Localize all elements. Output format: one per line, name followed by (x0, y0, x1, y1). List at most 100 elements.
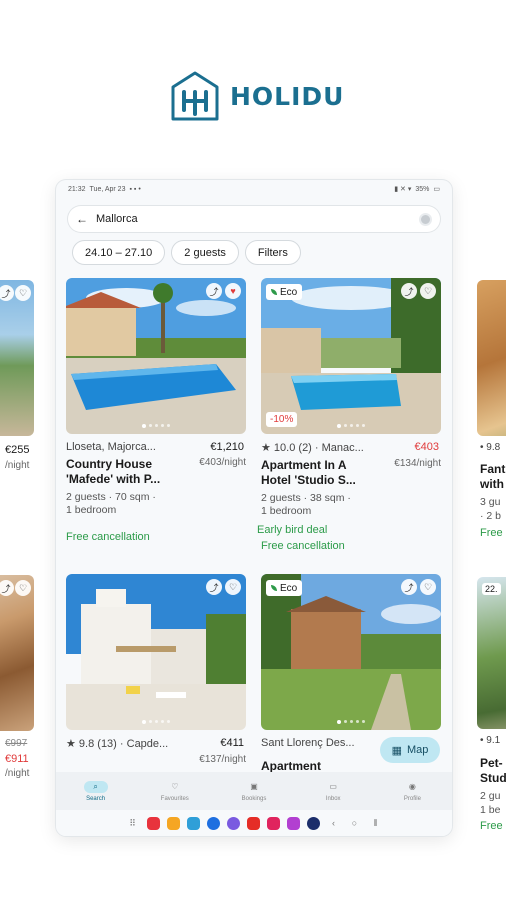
nav-profile[interactable]: ◉ Profile (373, 772, 452, 810)
listing-rating: 10.0 (273, 442, 296, 454)
listing-photo[interactable]: Eco ⤴ ♡ -10% (261, 278, 441, 434)
listing-price: €403 (414, 441, 439, 453)
peek-free-cancellation: Free (480, 820, 503, 832)
listing-rating-location: ★ 9.8 (13) · Capde... (66, 738, 169, 750)
listing-price: €1,210 (210, 441, 244, 453)
back-nav-icon[interactable]: ‹ (327, 818, 341, 828)
profile-icon: ◉ (408, 782, 416, 791)
apartment-pool-image (261, 278, 441, 434)
free-cancellation-tag: Free cancellation (261, 540, 345, 552)
system-dock: ⠿ ‹ ○ ⦀ (56, 810, 452, 836)
peek-per-night: /night (5, 460, 30, 471)
listing-photo[interactable]: Eco ⤴ ♡ (261, 574, 441, 730)
map-icon: ▦ (391, 744, 402, 757)
listing-reviews: (13) (97, 738, 117, 750)
chat-icon: ▭ (329, 782, 337, 791)
profile-avatar-icon[interactable] (419, 212, 432, 226)
listing-card[interactable]: ⤴ ♡ ★ 9.8 (13) · Capde... €411 €137/nigh… (66, 574, 246, 765)
battery-level: 35% (415, 185, 430, 193)
nav-search-label: Search (86, 795, 106, 802)
app-icon-navy[interactable] (306, 816, 320, 830)
nav-inbox[interactable]: ▭ Inbox (294, 772, 373, 810)
peek-title-2: Stud (480, 771, 506, 785)
peek-old-price: €997 (5, 738, 28, 749)
heart-icon[interactable]: ♡ (420, 283, 436, 299)
listing-photo[interactable]: ⤴ ♡ (66, 574, 246, 730)
discount-badge: -10% (266, 412, 298, 427)
share-icon[interactable]: ⤴ (401, 579, 417, 595)
white-house-image (66, 574, 246, 730)
share-icon[interactable]: ⤴ (206, 579, 222, 595)
listing-card[interactable]: Eco ⤴ ♡ -10% ★ 10.0 (2) · Manac... €403 … (257, 278, 441, 552)
nav-bookings-label: Bookings (241, 795, 267, 802)
listing-per-night: €134/night (394, 458, 441, 469)
app-icon-blue[interactable] (186, 816, 200, 830)
peek-card-left-bottom[interactable]: ⤴ ♡ €997 €911 /night (0, 575, 40, 835)
share-icon[interactable]: ⤴ (401, 283, 417, 299)
listing-rating: 9.8 (78, 738, 95, 750)
peek-per-night: /night (5, 768, 30, 779)
app-icon-red[interactable] (146, 816, 160, 830)
search-query[interactable]: Mallorca (96, 213, 419, 225)
peek-card-right-bottom[interactable]: 22. • 9.1 Pet- Stud 2 gu 1 be Free (474, 575, 506, 835)
nav-inbox-label: Inbox (325, 795, 341, 802)
listing-title[interactable]: Country House 'Mafede' with P... (66, 457, 178, 487)
peek-details-2: 1 be (480, 804, 501, 816)
listing-card[interactable]: ⤴ ♥ Lloseta, Majorca... €1,210 Country H… (66, 278, 246, 543)
nav-favourites[interactable]: ♡ Favourites (135, 772, 214, 810)
messages-app-icon[interactable] (206, 816, 220, 830)
app-icon-pink[interactable] (266, 816, 280, 830)
search-icon: ⌕ (83, 780, 108, 793)
app-icon-grid[interactable] (286, 816, 300, 830)
listing-guests-size: 2 guests · 70 sqm · (66, 491, 156, 503)
heart-icon: ♡ (171, 782, 179, 791)
listing-location: Lloseta, Majorca... (66, 441, 156, 453)
brand-name: HOLIDU (230, 81, 345, 111)
map-button[interactable]: ▦ Map (380, 737, 440, 763)
eco-label: Eco (280, 582, 298, 594)
recents-nav-icon[interactable]: ⦀ (369, 818, 383, 829)
peek-card-left-top[interactable]: ⤴ ♡ €255 /night (0, 278, 40, 548)
heart-icon[interactable]: ♡ (15, 580, 31, 596)
home-nav-icon[interactable]: ○ (348, 818, 362, 828)
listing-rating-location: ★ 10.0 (2) · Manac... (261, 442, 364, 454)
stone-house-image (261, 574, 441, 730)
listing-per-night: €137/night (199, 754, 246, 765)
back-arrow-icon[interactable]: ← (76, 212, 88, 226)
listing-details: 2 guests · 38 sqm · 1 bedroom (261, 492, 441, 518)
share-icon[interactable]: ⤴ (206, 283, 222, 299)
eco-label: Eco (280, 286, 298, 298)
peek-card-right-top[interactable]: • 9.8 Fant with 3 gu · 2 b Free (474, 278, 506, 548)
tablet-screen: 21:32 Tue, Apr 23 ▪ ▪ • ▮ ✕ ▾ 35% ▭ ← Ma… (56, 180, 452, 836)
app-drawer-icon[interactable]: ⠿ (126, 818, 140, 829)
status-bar: 21:32 Tue, Apr 23 ▪ ▪ • ▮ ✕ ▾ 35% ▭ (56, 180, 452, 198)
guests-chip[interactable]: 2 guests (171, 240, 239, 265)
youtube-app-icon[interactable] (246, 816, 260, 830)
listing-title[interactable]: Apartment In A Hotel 'Studio S... (261, 458, 373, 488)
nav-profile-label: Profile (403, 795, 421, 802)
eco-badge: Eco (266, 580, 303, 596)
heart-icon[interactable]: ♡ (15, 285, 31, 301)
peek-rating: • 9.8 (480, 442, 501, 453)
peek-price: €911 (5, 753, 29, 765)
listing-location: Capde... (126, 738, 169, 750)
listing-reviews: (2) (298, 442, 312, 454)
listing-photo[interactable]: ⤴ ♥ (66, 278, 246, 434)
search-bar[interactable]: ← Mallorca (68, 206, 440, 232)
listing-guests-size: 2 guests · 38 sqm · (261, 492, 351, 504)
heart-icon[interactable]: ♡ (420, 579, 436, 595)
listing-price: €411 (220, 737, 244, 749)
app-icon-purple[interactable] (226, 816, 240, 830)
date-range-chip[interactable]: 24.10 – 27.10 (72, 240, 166, 265)
peek-price: €255 (5, 444, 30, 456)
heart-filled-icon[interactable]: ♥ (225, 283, 241, 299)
app-icon-orange[interactable] (166, 816, 180, 830)
status-time: 21:32 (68, 185, 86, 193)
peek-title-2: with (480, 477, 504, 491)
holidu-logo: HOLIDU (170, 70, 344, 122)
filters-chip[interactable]: Filters (244, 240, 301, 265)
nav-search[interactable]: ⌕ Search (56, 772, 135, 810)
heart-icon[interactable]: ♡ (225, 579, 241, 595)
nav-bookings[interactable]: ▣ Bookings (214, 772, 293, 810)
peek-badge: 22. (482, 583, 501, 595)
